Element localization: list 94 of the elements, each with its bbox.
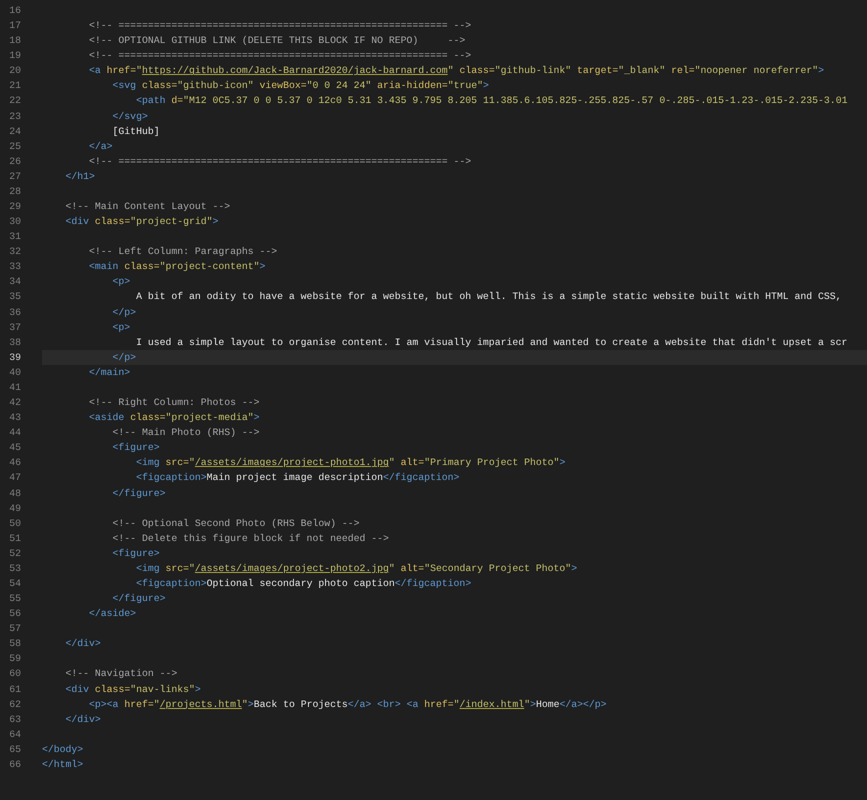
code-line: <p> — [112, 276, 130, 288]
code-line: <!-- OPTIONAL GITHUB LINK (DELETE THIS BLOCK IF NO REPO) --> — [88, 35, 466, 46]
line-number: 32 — [8, 245, 21, 260]
code-line: <!-- Navigation --> — [64, 668, 178, 680]
code-line: <p> — [112, 322, 130, 333]
code-line: <p><a href="/projects.html">Back to Projects</a> <br> <a href="/index.html">Home</a></p> — [88, 698, 607, 710]
line-number: 18 — [8, 34, 21, 48]
code-line: </p> — [112, 306, 136, 318]
line-number: 62 — [8, 698, 21, 712]
code-line: [GitHub] — [112, 126, 160, 137]
line-number: 49 — [8, 502, 21, 516]
line-number: 17 — [8, 19, 21, 34]
line-number: 60 — [8, 667, 21, 682]
code-line: </html> — [42, 758, 84, 770]
code-line: </main> — [88, 366, 130, 378]
code-line: <main class="project-content"> — [88, 261, 266, 272]
code-line: I used a simple layout to organise content. I am visually imparied and wanted to create a website that didn't upset a scr — [135, 336, 848, 348]
code-line: <!-- Delete this figure block if not needed --> — [112, 532, 389, 544]
code-line: </figure> — [112, 488, 166, 498]
code-line: </div> — [64, 638, 101, 650]
code-line: <img src="/assets/images/project-photo2.jpg" alt="Secondary Project Photo"> — [135, 562, 578, 574]
line-number: 61 — [8, 682, 21, 697]
line-number: 24 — [8, 124, 21, 139]
line-number: 37 — [8, 320, 21, 335]
line-number: 59 — [8, 652, 21, 666]
code-line: <!-- Main Content Layout --> — [64, 201, 230, 212]
line-number: 33 — [8, 260, 21, 274]
line-number: 47 — [8, 471, 21, 486]
code-line: <!-- ======================================================== --> — [88, 50, 472, 62]
code-line: <svg class="github-icon" viewBox="0 0 24 24" aria-hidden="true"> — [112, 80, 489, 92]
line-number: 41 — [8, 380, 21, 395]
code-line: </aside> — [88, 608, 136, 620]
line-number: 39 — [8, 350, 21, 365]
line-number: 30 — [8, 215, 21, 230]
line-number: 19 — [8, 49, 21, 64]
code-line: <a href="https://github.com/Jack-Barnard2020/jack-barnard.com" class="github-link" target="_blank" rel="noopener noreferrer"> — [88, 65, 824, 76]
code-line: <!-- Left Column: Paragraphs --> — [88, 246, 278, 258]
code-line: <div class="project-grid"> — [64, 216, 218, 228]
code-line: </p> — [112, 352, 136, 363]
line-number: 22 — [8, 94, 21, 108]
code-line: <!-- Main Photo (RHS) --> — [112, 427, 260, 438]
code-line: <path d="M12 0C5.37 0 0 5.37 0 12c0 5.31 3.435 9.795 8.205 11.385.6.105.825-.255.825-.57 0-.285-.015-1.23-.015-2.235-3.01 — [135, 95, 848, 106]
code-line: </figure> — [112, 593, 166, 604]
code-line: <div class="nav-links"> — [64, 684, 201, 695]
line-number: 45 — [8, 441, 21, 456]
line-number: 40 — [8, 366, 21, 380]
code-line: <figure> — [112, 442, 160, 454]
code-line: <figure> — [112, 548, 160, 559]
line-number: 43 — [8, 411, 21, 426]
line-number: 28 — [8, 184, 21, 199]
line-number: 29 — [8, 200, 21, 214]
line-number: 64 — [8, 728, 21, 742]
code-line: <aside class="project-media"> — [88, 412, 260, 424]
line-number: 50 — [8, 516, 21, 531]
line-number: 65 — [8, 742, 21, 757]
line-number: 48 — [8, 486, 21, 500]
line-number: 35 — [8, 290, 21, 304]
code-line: </a> — [88, 140, 113, 152]
line-number: 66 — [8, 758, 21, 772]
line-number: 38 — [8, 336, 21, 350]
code-line: </svg> — [112, 110, 148, 122]
line-number: 63 — [8, 712, 21, 727]
line-number: 52 — [8, 546, 21, 561]
line-number: 26 — [8, 154, 21, 169]
code-line: <!-- Optional Second Photo (RHS Below) --> — [112, 518, 360, 529]
line-number: 25 — [8, 140, 21, 154]
line-number: 34 — [8, 275, 21, 290]
code-line: <!-- Right Column: Photos --> — [88, 397, 260, 408]
line-number: 44 — [8, 426, 21, 440]
line-number: 31 — [8, 230, 21, 244]
line-number: 27 — [8, 170, 21, 184]
line-number: 36 — [8, 306, 21, 320]
code-line: A bit of an odity to have a website for a website, but oh well. This is a simple static website built with HTML and CSS, — [135, 291, 842, 302]
line-number: 51 — [8, 532, 21, 546]
line-number: 42 — [8, 396, 21, 410]
code-line: <!-- ======================================================== --> — [88, 156, 472, 167]
line-number: 21 — [8, 79, 21, 94]
line-number: 56 — [8, 607, 21, 622]
code-line: <img src="/assets/images/project-photo1.jpg" alt="Primary Project Photo"> — [135, 457, 566, 468]
line-number: 55 — [8, 592, 21, 606]
line-number: 53 — [8, 562, 21, 576]
line-number: 23 — [8, 110, 21, 124]
code-line: </body> — [42, 744, 84, 755]
line-number: 58 — [8, 637, 21, 652]
code-line: <figcaption>Optional secondary photo caption</figcaption> — [135, 578, 472, 589]
code-line: </h1> — [64, 170, 95, 182]
line-number: 46 — [8, 456, 21, 470]
code-line: <figcaption>Main project image description</figcaption> — [135, 472, 460, 484]
code-line: <!-- ======================================================== --> — [88, 20, 472, 32]
line-number: 20 — [8, 64, 21, 78]
line-number: 57 — [8, 622, 21, 636]
code-line: </div> — [64, 714, 101, 725]
line-number: 54 — [8, 576, 21, 591]
line-number: 16 — [8, 4, 21, 18]
